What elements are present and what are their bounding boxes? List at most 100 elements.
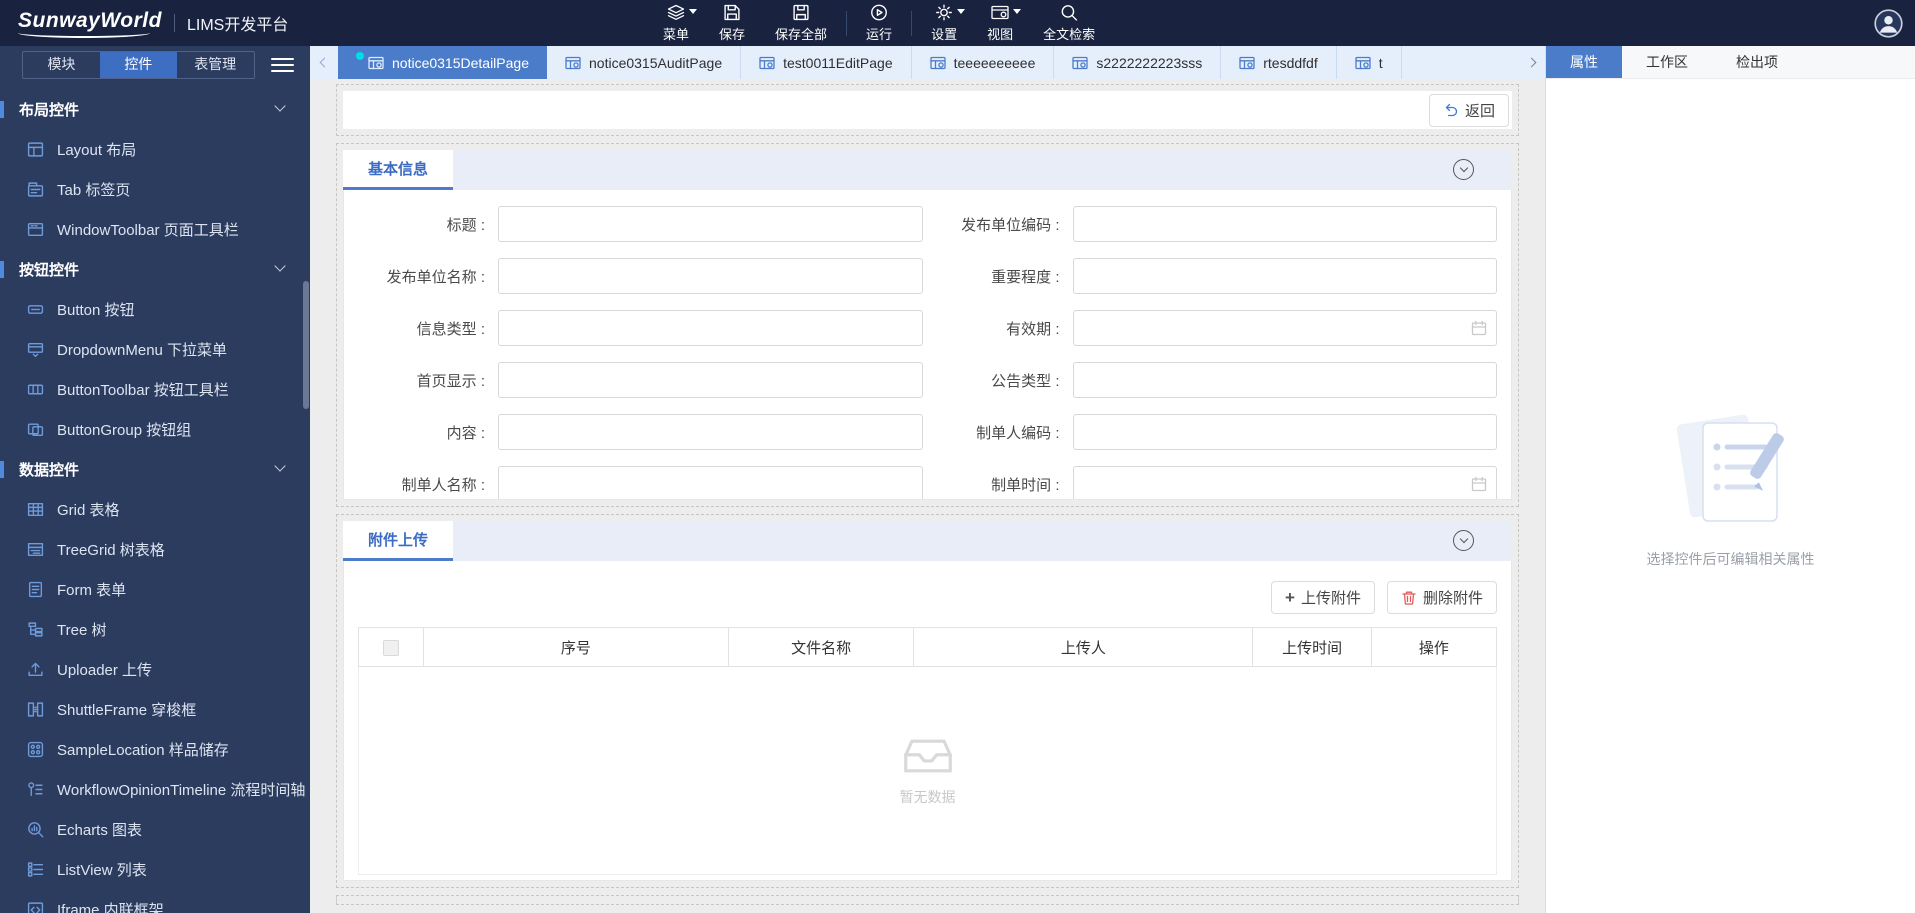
panel-tab-basic[interactable]: 基本信息 <box>343 150 453 190</box>
calendar-icon[interactable] <box>1471 320 1487 336</box>
sidebar-tab-tables[interactable]: 表管理 <box>177 52 254 78</box>
control-item[interactable]: Iframe 内联框架 <box>0 889 310 913</box>
page-icon <box>759 56 775 70</box>
control-item[interactable]: WorkflowOpinionTimeline 流程时间轴 <box>0 769 310 809</box>
empty-properties-illustration <box>1676 414 1784 522</box>
control-item[interactable]: WindowToolbar 页面工具栏 <box>0 209 310 249</box>
run-button[interactable]: 运行 <box>866 4 892 43</box>
control-item[interactable]: Form 表单 <box>0 569 310 609</box>
page-icon <box>368 56 384 70</box>
field-label: 公告类型 : <box>991 372 1060 390</box>
page-tab[interactable]: rtesddfdf <box>1221 46 1337 79</box>
selection-outline: 附件上传 上传附件 删除附件 <box>336 514 1519 888</box>
field-input[interactable] <box>498 258 923 294</box>
field-input[interactable] <box>1072 414 1497 450</box>
tab-scroll-left[interactable] <box>310 46 338 79</box>
upload-attachment-button[interactable]: 上传附件 <box>1271 581 1375 614</box>
layout-icon <box>29 143 43 156</box>
control-item[interactable]: ButtonGroup 按钮组 <box>0 409 310 449</box>
control-item[interactable]: SampleLocation 样品储存 <box>0 729 310 769</box>
control-item[interactable]: Grid 表格 <box>0 489 310 529</box>
run-icon <box>872 5 886 19</box>
control-item[interactable]: Tab 标签页 <box>0 169 310 209</box>
sidebar-tab-controls[interactable]: 控件 <box>99 52 177 78</box>
page-tab[interactable]: notice0315DetailPage <box>338 46 547 79</box>
control-group-header[interactable]: 布局控件 <box>0 89 310 129</box>
back-arrow-icon <box>1443 102 1459 118</box>
control-item[interactable]: Uploader 上传 <box>0 649 310 689</box>
logo[interactable]: SunwayWorld <box>18 9 162 38</box>
menu-hamburger-icon[interactable] <box>270 54 294 76</box>
page-icon <box>1355 56 1371 70</box>
save-all-button[interactable]: 保存全部 <box>775 4 827 43</box>
menu-button[interactable]: 菜单 <box>663 4 697 43</box>
calendar-icon[interactable] <box>1471 476 1487 492</box>
panel-header: 附件上传 <box>343 521 1512 561</box>
tab-control-icon <box>29 183 43 196</box>
user-avatar[interactable] <box>1874 9 1903 38</box>
panel-tab-attachment[interactable]: 附件上传 <box>343 521 453 561</box>
tab-properties[interactable]: 属性 <box>1546 46 1622 78</box>
page-tab[interactable]: t <box>1337 46 1402 79</box>
grid-icon <box>29 503 43 515</box>
sidebar-scrollbar[interactable] <box>303 281 309 409</box>
settings-button[interactable]: 设置 <box>931 4 966 43</box>
control-group-header[interactable]: 按钮控件 <box>0 249 310 289</box>
attachment-toolbar: 上传附件 删除附件 <box>358 561 1497 614</box>
collapse-toggle[interactable] <box>1453 530 1474 551</box>
field-input[interactable] <box>1072 258 1497 294</box>
page-tab[interactable]: test0011EditPage <box>741 46 912 79</box>
logo-underline <box>18 33 150 38</box>
sidebar-tab-modules[interactable]: 模块 <box>23 52 100 78</box>
field-input[interactable] <box>498 206 923 242</box>
field-input[interactable] <box>1072 362 1497 398</box>
control-item[interactable]: ShuttleFrame 穿梭框 <box>0 689 310 729</box>
save-button[interactable]: 保存 <box>719 4 745 43</box>
tab-workspace[interactable]: 工作区 <box>1622 46 1712 78</box>
toolbar-divider <box>911 10 913 36</box>
tab-checkout-items[interactable]: 检出项 <box>1712 46 1802 78</box>
column-header[interactable]: 上传人 <box>913 627 1254 667</box>
list-view-icon <box>29 863 43 876</box>
control-item[interactable]: Tree 树 <box>0 609 310 649</box>
control-list: 布局控件 Layout 布局 Tab 标签页 WindowToolbar 页面工… <box>0 79 310 913</box>
field-label: 制单时间 : <box>991 476 1060 494</box>
field-input[interactable] <box>498 414 923 450</box>
page-icon <box>930 56 946 70</box>
field-label: 发布单位名称 : <box>386 268 485 286</box>
view-icon <box>992 7 1008 19</box>
page-tab[interactable]: notice0315AuditPage <box>547 46 742 79</box>
field-input[interactable] <box>498 362 923 398</box>
field-input[interactable] <box>1072 206 1497 242</box>
column-header[interactable]: 文件名称 <box>727 627 915 667</box>
group-accent-bar <box>0 101 4 118</box>
control-item[interactable]: ListView 列表 <box>0 849 310 889</box>
collapse-toggle[interactable] <box>1453 159 1474 180</box>
group-accent-bar <box>0 261 4 278</box>
field-input[interactable] <box>1072 310 1497 346</box>
control-item[interactable]: ButtonToolbar 按钮工具栏 <box>0 369 310 409</box>
field-input[interactable] <box>498 466 923 499</box>
back-button[interactable]: 返回 <box>1428 93 1509 127</box>
control-item[interactable]: Button 按钮 <box>0 289 310 329</box>
control-group-header[interactable]: 数据控件 <box>0 449 310 489</box>
select-all-checkbox[interactable] <box>382 639 399 656</box>
tab-scroll-right[interactable] <box>1517 46 1545 79</box>
column-header[interactable]: 操作 <box>1370 627 1498 667</box>
delete-attachment-button[interactable]: 删除附件 <box>1386 581 1497 614</box>
column-header[interactable]: 上传时间 <box>1252 627 1372 667</box>
page-tab[interactable]: teeeeeeeeee <box>912 46 1055 79</box>
control-item[interactable]: TreeGrid 树表格 <box>0 529 310 569</box>
control-item[interactable]: Layout 布局 <box>0 129 310 169</box>
control-item[interactable]: Echarts 图表 <box>0 809 310 849</box>
field-input[interactable] <box>1072 466 1497 499</box>
control-group: 按钮控件 Button 按钮 DropdownMenu 下拉菜单 ButtonT… <box>0 249 310 449</box>
view-button[interactable]: 视图 <box>987 4 1022 43</box>
fulltext-search-button[interactable]: 全文检索 <box>1043 4 1095 43</box>
column-header[interactable]: 序号 <box>422 627 729 667</box>
group-accent-bar <box>0 461 4 478</box>
control-item[interactable]: DropdownMenu 下拉菜单 <box>0 329 310 369</box>
page-tab[interactable]: s2222222223sss <box>1054 46 1222 79</box>
field-input[interactable] <box>498 310 923 346</box>
modified-dot <box>356 51 364 60</box>
